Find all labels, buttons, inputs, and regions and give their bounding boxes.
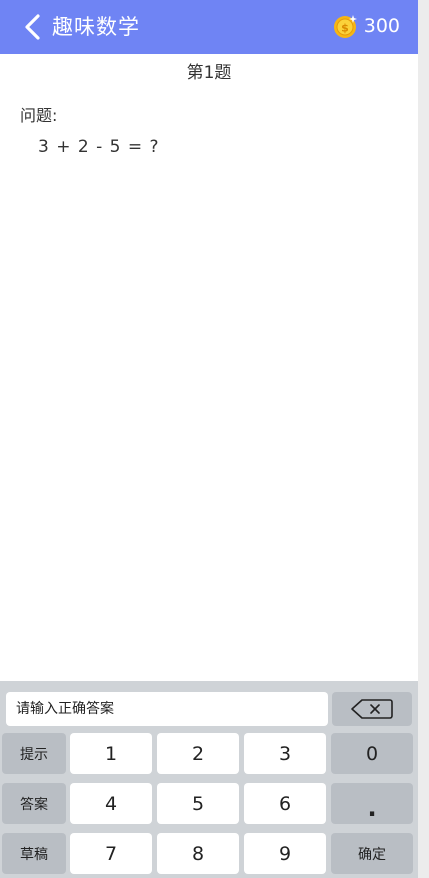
confirm-button[interactable]: 确定	[331, 833, 413, 874]
chevron-left-icon	[25, 14, 40, 40]
key-dot[interactable]: .	[331, 783, 413, 824]
question-number: 第1题	[186, 63, 232, 83]
answer-input[interactable]	[6, 692, 328, 726]
draft-key[interactable]: 草稿	[2, 833, 66, 874]
right-edge-strip	[418, 0, 429, 878]
coin-count: 300	[363, 15, 400, 37]
header-bar: 趣味数学 $ 300	[0, 0, 418, 54]
key-6[interactable]: 6	[244, 783, 326, 824]
page-title: 趣味数学	[52, 15, 140, 39]
backspace-icon	[351, 699, 393, 719]
question-label: 问题:	[20, 106, 58, 125]
key-9[interactable]: 9	[244, 833, 326, 874]
key-8[interactable]: 8	[157, 833, 239, 874]
key-0[interactable]: 0	[331, 733, 413, 774]
backspace-button[interactable]	[332, 692, 412, 726]
key-1[interactable]: 1	[70, 733, 152, 774]
key-3[interactable]: 3	[244, 733, 326, 774]
back-button[interactable]	[20, 13, 46, 41]
app-screen: 趣味数学 $ 300 第1题 问题: 3 + 2 - 5 = ? 提示 1 2 …	[0, 0, 418, 878]
hint-key[interactable]: 提示	[2, 733, 66, 774]
answer-key[interactable]: 答案	[2, 783, 66, 824]
coin-icon: $	[333, 14, 357, 38]
question-text: 3 + 2 - 5 = ?	[38, 137, 160, 157]
key-4[interactable]: 4	[70, 783, 152, 824]
key-2[interactable]: 2	[157, 733, 239, 774]
answer-keyboard: 提示 1 2 3 0 答案 4 5 6 . 草稿 7 8 9 确定	[0, 681, 418, 878]
key-7[interactable]: 7	[70, 833, 152, 874]
coin-balance: $ 300	[333, 12, 400, 40]
key-5[interactable]: 5	[157, 783, 239, 824]
svg-text:$: $	[341, 21, 349, 34]
